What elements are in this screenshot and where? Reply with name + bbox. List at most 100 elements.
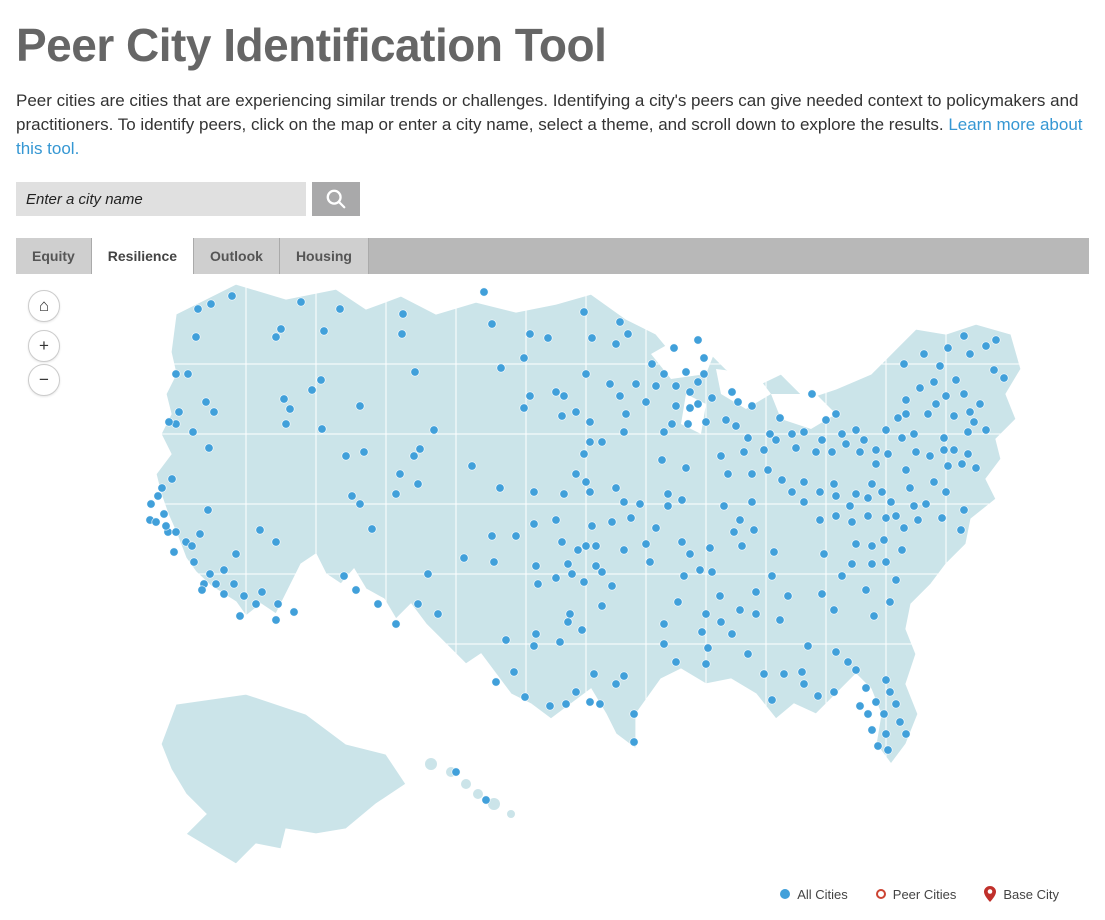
city-dot[interactable] [620, 498, 628, 506]
city-dot[interactable] [910, 502, 918, 510]
city-dot[interactable] [748, 470, 756, 478]
city-dot[interactable] [960, 332, 968, 340]
city-dot[interactable] [882, 676, 890, 684]
city-dot[interactable] [902, 466, 910, 474]
city-dot[interactable] [411, 368, 419, 376]
city-dot[interactable] [532, 562, 540, 570]
city-dot[interactable] [620, 672, 628, 680]
city-dot[interactable] [744, 650, 752, 658]
city-dot[interactable] [868, 542, 876, 550]
city-dot[interactable] [902, 410, 910, 418]
city-dot[interactable] [160, 510, 168, 518]
city-dot[interactable] [700, 354, 708, 362]
city-dot[interactable] [856, 448, 864, 456]
city-dot[interactable] [282, 420, 290, 428]
city-dot[interactable] [612, 340, 620, 348]
city-dot[interactable] [648, 360, 656, 368]
city-dot[interactable] [808, 390, 816, 398]
city-dot[interactable] [560, 392, 568, 400]
city-dot[interactable] [886, 688, 894, 696]
city-dot[interactable] [776, 414, 784, 422]
city-dot[interactable] [220, 590, 228, 598]
city-dot[interactable] [256, 526, 264, 534]
city-dot[interactable] [608, 582, 616, 590]
city-dot[interactable] [286, 405, 294, 413]
city-dot[interactable] [708, 394, 716, 402]
city-dot[interactable] [702, 660, 710, 668]
city-dot[interactable] [784, 592, 792, 600]
city-dot[interactable] [686, 388, 694, 396]
city-dot[interactable] [966, 408, 974, 416]
city-dot[interactable] [512, 532, 520, 540]
city-dot[interactable] [716, 592, 724, 600]
city-dot[interactable] [702, 610, 710, 618]
city-dot[interactable] [660, 640, 668, 648]
city-dot[interactable] [672, 382, 680, 390]
city-dot[interactable] [750, 526, 758, 534]
city-dot[interactable] [828, 448, 836, 456]
city-dot[interactable] [792, 444, 800, 452]
city-dot[interactable] [694, 336, 702, 344]
city-dot[interactable] [926, 452, 934, 460]
city-dot[interactable] [356, 500, 364, 508]
city-dot[interactable] [982, 426, 990, 434]
city-dot[interactable] [240, 592, 248, 600]
city-dot[interactable] [864, 512, 872, 520]
city-dot[interactable] [950, 412, 958, 420]
city-dot[interactable] [616, 318, 624, 326]
city-dot[interactable] [930, 378, 938, 386]
city-dot[interactable] [686, 404, 694, 412]
city-dot[interactable] [816, 488, 824, 496]
city-dot[interactable] [942, 488, 950, 496]
city-dot[interactable] [990, 366, 998, 374]
city-dot[interactable] [598, 438, 606, 446]
city-dot[interactable] [800, 498, 808, 506]
city-dot[interactable] [868, 726, 876, 734]
city-dot[interactable] [232, 550, 240, 558]
city-dot[interactable] [848, 560, 856, 568]
city-dot[interactable] [158, 484, 166, 492]
city-dot[interactable] [578, 626, 586, 634]
city-dot[interactable] [189, 428, 197, 436]
city-dot[interactable] [900, 360, 908, 368]
city-dot[interactable] [488, 320, 496, 328]
city-dot[interactable] [572, 408, 580, 416]
city-dot[interactable] [704, 644, 712, 652]
city-dot[interactable] [660, 620, 668, 628]
city-dot[interactable] [396, 470, 404, 478]
city-dot[interactable] [624, 330, 632, 338]
city-dot[interactable] [572, 688, 580, 696]
city-dot[interactable] [520, 354, 528, 362]
city-dot[interactable] [430, 426, 438, 434]
city-dot[interactable] [258, 588, 266, 596]
city-dot[interactable] [670, 344, 678, 352]
city-dot[interactable] [632, 380, 640, 388]
city-dot[interactable] [564, 560, 572, 568]
city-dot[interactable] [170, 548, 178, 556]
city-dot[interactable] [530, 520, 538, 528]
city-dot[interactable] [722, 416, 730, 424]
city-dot[interactable] [424, 570, 432, 578]
city-dot[interactable] [700, 370, 708, 378]
city-dot[interactable] [740, 448, 748, 456]
city-dot[interactable] [682, 464, 690, 472]
city-dot[interactable] [558, 538, 566, 546]
city-dot[interactable] [848, 518, 856, 526]
city-dot[interactable] [732, 422, 740, 430]
city-dot[interactable] [964, 450, 972, 458]
city-dot[interactable] [520, 404, 528, 412]
city-dot[interactable] [724, 470, 732, 478]
city-dot[interactable] [586, 698, 594, 706]
city-dot[interactable] [582, 478, 590, 486]
city-dot[interactable] [188, 542, 196, 550]
city-dot[interactable] [830, 606, 838, 614]
city-dot[interactable] [348, 492, 356, 500]
city-dot[interactable] [497, 364, 505, 372]
city-dot[interactable] [410, 452, 418, 460]
city-dot[interactable] [832, 512, 840, 520]
city-dot[interactable] [900, 524, 908, 532]
city-dot[interactable] [800, 428, 808, 436]
city-dot[interactable] [832, 648, 840, 656]
city-dot[interactable] [434, 610, 442, 618]
city-dot[interactable] [958, 460, 966, 468]
